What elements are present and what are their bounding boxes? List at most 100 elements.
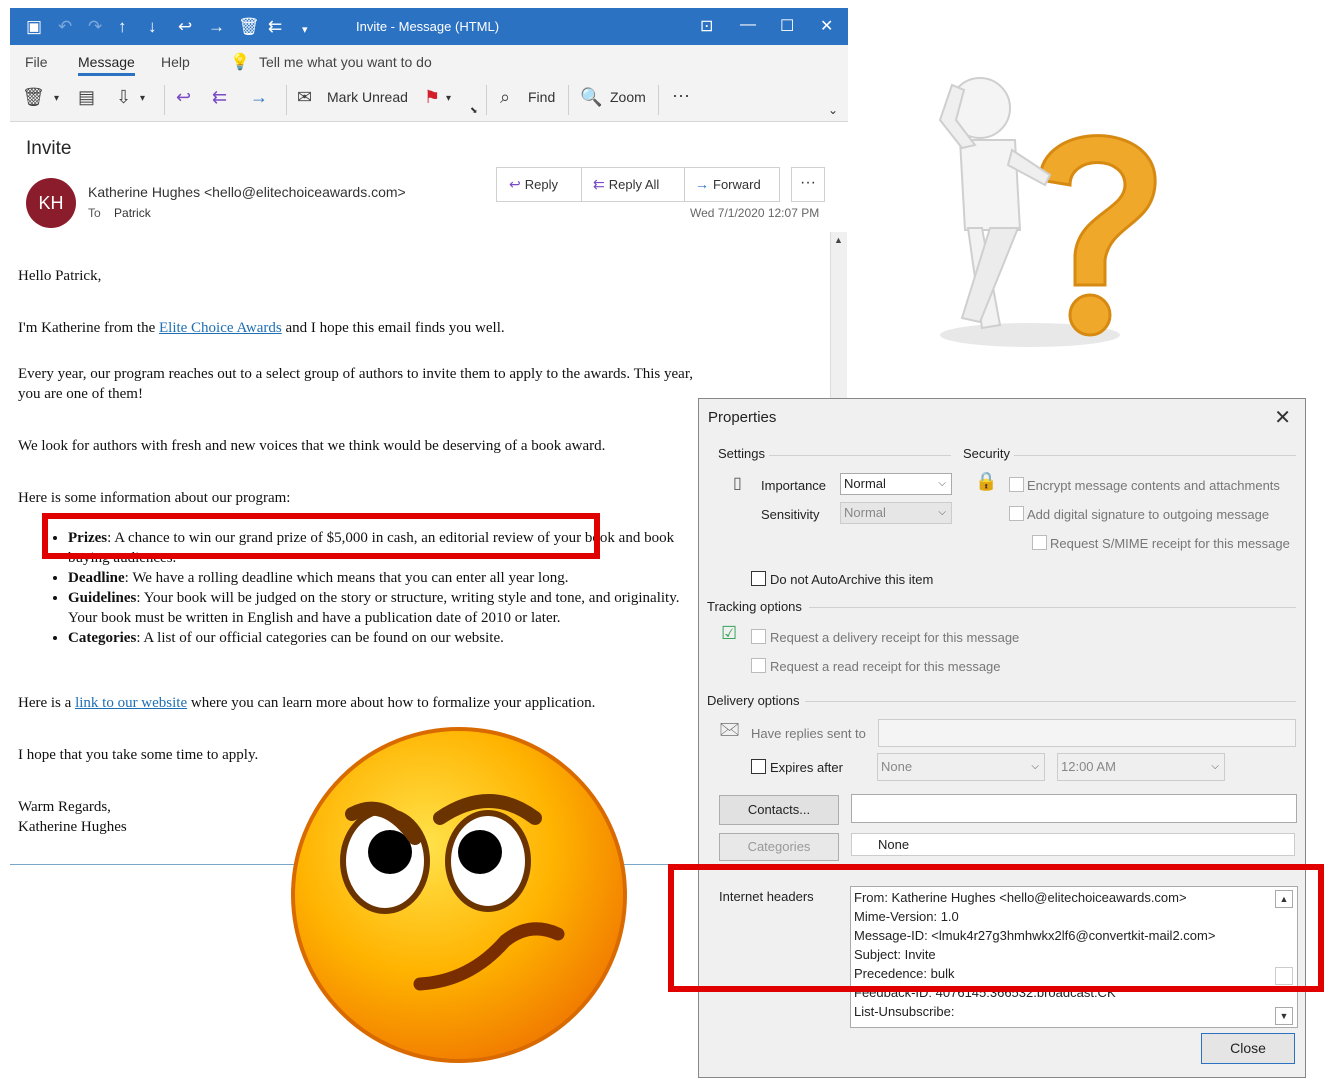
delivery-options-label: Delivery options bbox=[707, 693, 800, 708]
chevron-down-icon: ⌵ bbox=[1031, 761, 1039, 772]
menu-help[interactable]: Help bbox=[161, 54, 190, 70]
scroll-up-icon[interactable]: ▲ bbox=[834, 235, 843, 245]
expires-time-value: 12:00 AM bbox=[1061, 759, 1116, 774]
signature-checkbox[interactable] bbox=[1009, 506, 1024, 521]
save-icon[interactable]: ▣ bbox=[26, 17, 42, 37]
tell-me-search[interactable]: Tell me what you want to do bbox=[259, 54, 432, 70]
scroll-down-icon[interactable]: ▼ bbox=[1275, 1007, 1293, 1025]
find-button[interactable]: Find bbox=[528, 89, 555, 105]
bullet-label: Guidelines bbox=[68, 590, 137, 606]
smime-checkbox[interactable] bbox=[1032, 535, 1047, 550]
confused-face-emoji bbox=[291, 727, 627, 1063]
chevron-down-icon: ⌵ bbox=[938, 478, 946, 489]
categories-value: None bbox=[878, 837, 910, 852]
sensitivity-value: Normal bbox=[844, 505, 886, 520]
chevron-down-icon[interactable]: ▾ bbox=[54, 93, 59, 104]
right-pupil bbox=[458, 830, 502, 874]
message-date: Wed 7/1/2020 12:07 PM bbox=[690, 206, 820, 220]
reply-button[interactable]: ↩ Reply bbox=[509, 176, 558, 193]
menu-message[interactable]: Message bbox=[78, 54, 135, 76]
no-autoarchive-checkbox[interactable] bbox=[751, 571, 766, 586]
replies-to-field[interactable] bbox=[878, 719, 1296, 747]
vertical-scrollbar[interactable]: ▲ bbox=[830, 232, 847, 412]
message-actions: ↩ Reply ⇇ Reply All → Forward bbox=[496, 167, 780, 202]
expires-date-select[interactable]: None ⌵ bbox=[877, 753, 1045, 781]
reply-icon[interactable]: ↩ bbox=[176, 87, 191, 108]
maximize-icon[interactable]: ☐ bbox=[780, 16, 794, 36]
to-label: To bbox=[88, 206, 101, 220]
move-icon[interactable]: ⇩ bbox=[116, 87, 131, 108]
link-paragraph: Here is a link to our website where you … bbox=[18, 693, 708, 713]
close-button[interactable]: Close bbox=[1201, 1033, 1295, 1064]
close-icon[interactable]: ✕ bbox=[1274, 405, 1291, 430]
contacts-button[interactable]: Contacts... bbox=[719, 795, 839, 825]
sensitivity-select[interactable]: Normal ⌵ bbox=[840, 502, 952, 524]
read-receipt-label: Request a read receipt for this message bbox=[770, 659, 1001, 674]
arrow-up-icon[interactable]: ↑ bbox=[118, 17, 127, 37]
expand-ribbon-icon[interactable]: ⌄ bbox=[828, 103, 838, 117]
zoom-button[interactable]: Zoom bbox=[610, 89, 646, 105]
paragraph: Here is some information about our progr… bbox=[18, 490, 291, 506]
undo-icon[interactable]: ↶ bbox=[58, 17, 72, 37]
menu-file[interactable]: File bbox=[25, 54, 48, 70]
minimize-icon[interactable]: — bbox=[740, 16, 756, 34]
reply-all-button[interactable]: ⇇ Reply All bbox=[593, 176, 659, 193]
mark-unread-button[interactable]: Mark Unread bbox=[327, 89, 408, 105]
avatar[interactable]: KH bbox=[26, 178, 76, 228]
encrypt-checkbox[interactable] bbox=[1009, 477, 1024, 492]
chevron-down-icon[interactable]: ▾ bbox=[446, 93, 451, 104]
more-commands-button[interactable]: ··· bbox=[672, 85, 690, 106]
delete-icon[interactable]: 🗑 bbox=[22, 87, 45, 108]
reply-all-icon[interactable]: ⇇ bbox=[268, 17, 282, 37]
forward-icon[interactable]: → bbox=[208, 17, 225, 37]
close-icon[interactable]: ✕ bbox=[820, 16, 833, 36]
security-label: Security bbox=[963, 446, 1010, 461]
forward-button[interactable]: → Forward bbox=[695, 176, 761, 192]
elite-choice-awards-link[interactable]: Elite Choice Awards bbox=[159, 320, 282, 336]
customize-toolbar-icon[interactable]: ▾ bbox=[302, 20, 308, 40]
chevron-down-icon[interactable]: ▾ bbox=[140, 93, 145, 104]
categories-button[interactable]: Categories bbox=[719, 833, 839, 861]
greeting: Hello Patrick, bbox=[18, 268, 102, 284]
ribbon-display-icon[interactable]: ⊡ bbox=[700, 16, 713, 36]
link-text-pre: Here is a bbox=[18, 695, 76, 711]
reply-all-icon[interactable]: ⇇ bbox=[212, 87, 227, 108]
expires-time-select[interactable]: 12:00 AM ⌵ bbox=[1057, 753, 1225, 781]
list-item: Categories: A list of our official categ… bbox=[68, 628, 708, 648]
website-link[interactable]: link to our website bbox=[75, 695, 187, 711]
redo-icon[interactable]: ↷ bbox=[88, 17, 102, 37]
bullet-text: : A list of our official categories can … bbox=[136, 630, 504, 646]
arrow-down-icon[interactable]: ↓ bbox=[148, 17, 157, 37]
message-subject: Invite bbox=[26, 138, 72, 159]
lock-icon: 🔒 bbox=[975, 471, 998, 491]
archive-icon[interactable]: ▤ bbox=[78, 87, 95, 108]
delete-icon[interactable]: 🗑 bbox=[238, 17, 260, 37]
divider bbox=[769, 455, 951, 456]
dialog-title: Properties bbox=[708, 409, 777, 426]
importance-value: Normal bbox=[844, 476, 886, 491]
expires-checkbox[interactable] bbox=[751, 759, 766, 774]
question-mark-dot bbox=[1068, 293, 1112, 337]
zoom-icon[interactable]: 🔍 bbox=[580, 87, 602, 108]
recipient-name[interactable]: Patrick bbox=[114, 206, 151, 220]
importance-select[interactable]: Normal ⌵ bbox=[840, 473, 952, 495]
envelope-icon[interactable]: ✉ bbox=[297, 87, 312, 108]
divider bbox=[568, 85, 569, 115]
paragraph: We look for authors with fresh and new v… bbox=[18, 438, 606, 454]
sender-name[interactable]: Katherine Hughes <hello@elitechoiceaward… bbox=[88, 184, 406, 200]
read-receipt-checkbox[interactable] bbox=[751, 658, 766, 673]
forward-icon[interactable]: → bbox=[250, 87, 268, 108]
thinking-figure-image bbox=[938, 77, 1157, 347]
contacts-field[interactable] bbox=[851, 794, 1297, 823]
expires-date-value: None bbox=[881, 759, 913, 774]
reply-icon[interactable]: ↩ bbox=[178, 17, 192, 37]
flag-icon[interactable]: ⚑ bbox=[424, 87, 440, 108]
search-icon[interactable]: ⌕ bbox=[500, 87, 510, 108]
tracking-options-label: Tracking options bbox=[707, 599, 802, 614]
dialog-launcher-icon[interactable]: ⬊ bbox=[470, 105, 478, 116]
encrypt-label: Encrypt message contents and attachments bbox=[1027, 478, 1280, 493]
categories-field[interactable]: None bbox=[851, 833, 1295, 856]
replies-to-label: Have replies sent to bbox=[751, 726, 866, 741]
more-actions-button[interactable]: ··· bbox=[791, 167, 825, 202]
delivery-receipt-checkbox[interactable] bbox=[751, 629, 766, 644]
